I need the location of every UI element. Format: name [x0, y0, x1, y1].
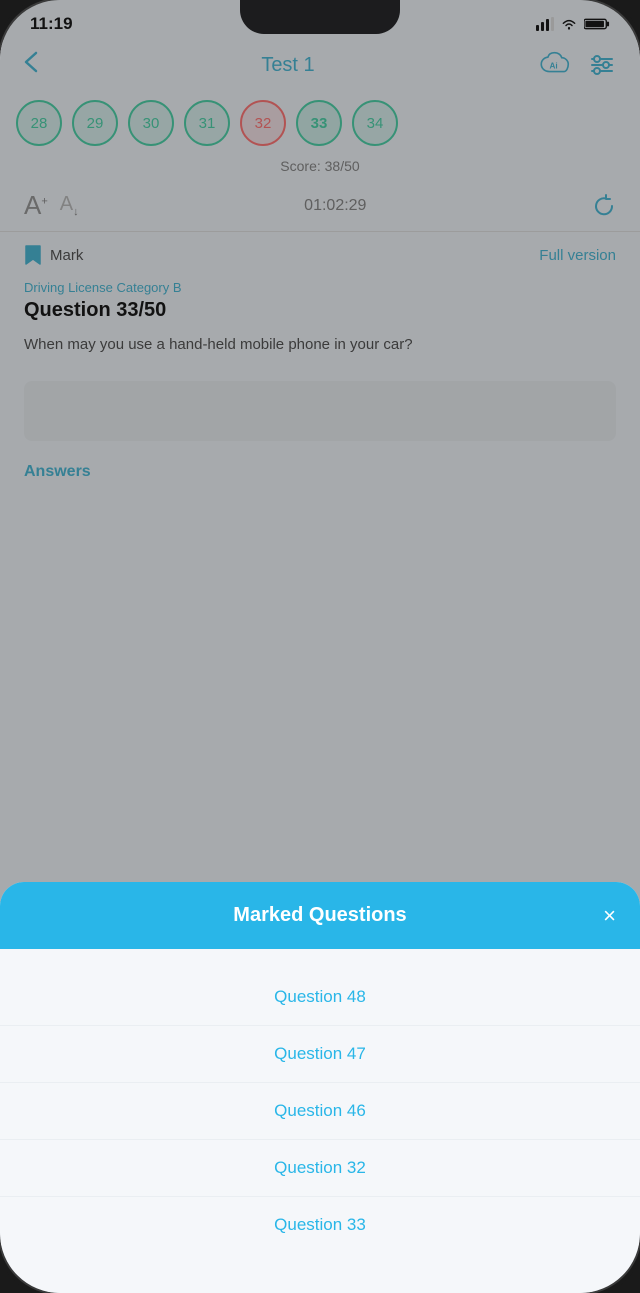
marked-question-item-32[interactable]: Question 32: [0, 1140, 640, 1197]
phone-frame: 11:19: [0, 0, 640, 1293]
marked-question-item-46[interactable]: Question 46: [0, 1083, 640, 1140]
modal-title: Marked Questions: [233, 904, 406, 927]
marked-questions-modal: Marked Questions × Question 48 Question …: [0, 882, 640, 1293]
marked-question-item-48[interactable]: Question 48: [0, 969, 640, 1026]
modal-header: Marked Questions ×: [0, 882, 640, 949]
modal-content: Question 48 Question 47 Question 46 Ques…: [0, 949, 640, 1293]
notch: [240, 0, 400, 34]
marked-question-item-47[interactable]: Question 47: [0, 1026, 640, 1083]
phone-screen: 11:19: [0, 0, 640, 1293]
marked-question-item-33[interactable]: Question 33: [0, 1197, 640, 1253]
modal-close-button[interactable]: ×: [603, 903, 616, 929]
